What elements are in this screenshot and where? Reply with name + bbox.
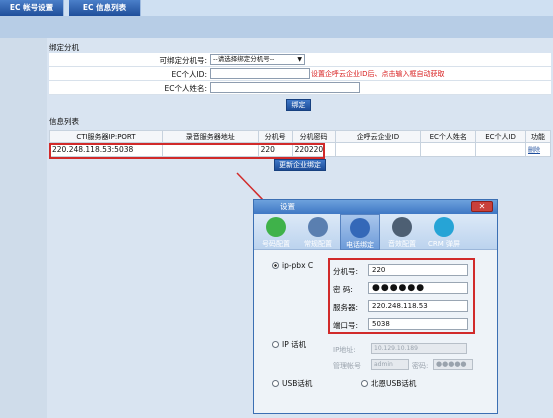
ip-address-label: IP地址: [333, 346, 356, 354]
dialog-titlebar: 设置 ✕ [254, 200, 497, 214]
speaker-icon [392, 217, 412, 237]
radio-beien-usb-phone[interactable]: 北恩USB话机 [361, 378, 416, 389]
gear-icon [308, 217, 328, 237]
highlight-frame-fields [328, 258, 475, 334]
toolbar-crm-popup[interactable]: CRM 弹屏 [424, 214, 464, 250]
toolbar-number-config[interactable]: 号码配置 [256, 214, 296, 250]
radio-button [272, 380, 279, 387]
admin-password-label: 密码: [412, 362, 429, 370]
toolbar-phone-binding[interactable]: 电话绑定 [340, 214, 380, 250]
toolbar-general-config[interactable]: 常规配置 [298, 214, 338, 250]
close-button[interactable]: ✕ [471, 201, 493, 212]
close-icon: ✕ [478, 202, 486, 211]
radio-button [361, 380, 368, 387]
dialog-title: 设置 [280, 202, 295, 211]
crm-icon [434, 217, 454, 237]
radio-button [272, 262, 279, 269]
ip-address-field[interactable]: 10.129.10.189 [371, 343, 467, 354]
admin-password-field[interactable]: ●●●●● [433, 359, 473, 370]
radio-button [272, 341, 279, 348]
radio-usb-phone[interactable]: USB话机 [272, 378, 312, 389]
admin-account-field[interactable]: admin [371, 359, 409, 370]
phone-icon [266, 217, 286, 237]
admin-account-label: 管理帐号 [333, 362, 361, 370]
radio-ip-phone[interactable]: IP 话机 [272, 339, 306, 350]
dialog-toolbar: 号码配置 常规配置 电话绑定 音效配置 CRM 弹屏 [254, 214, 497, 250]
radio-ippbx[interactable]: ip-pbx C [272, 261, 313, 270]
globe-icon [350, 218, 370, 238]
toolbar-sound-config[interactable]: 音效配置 [382, 214, 422, 250]
